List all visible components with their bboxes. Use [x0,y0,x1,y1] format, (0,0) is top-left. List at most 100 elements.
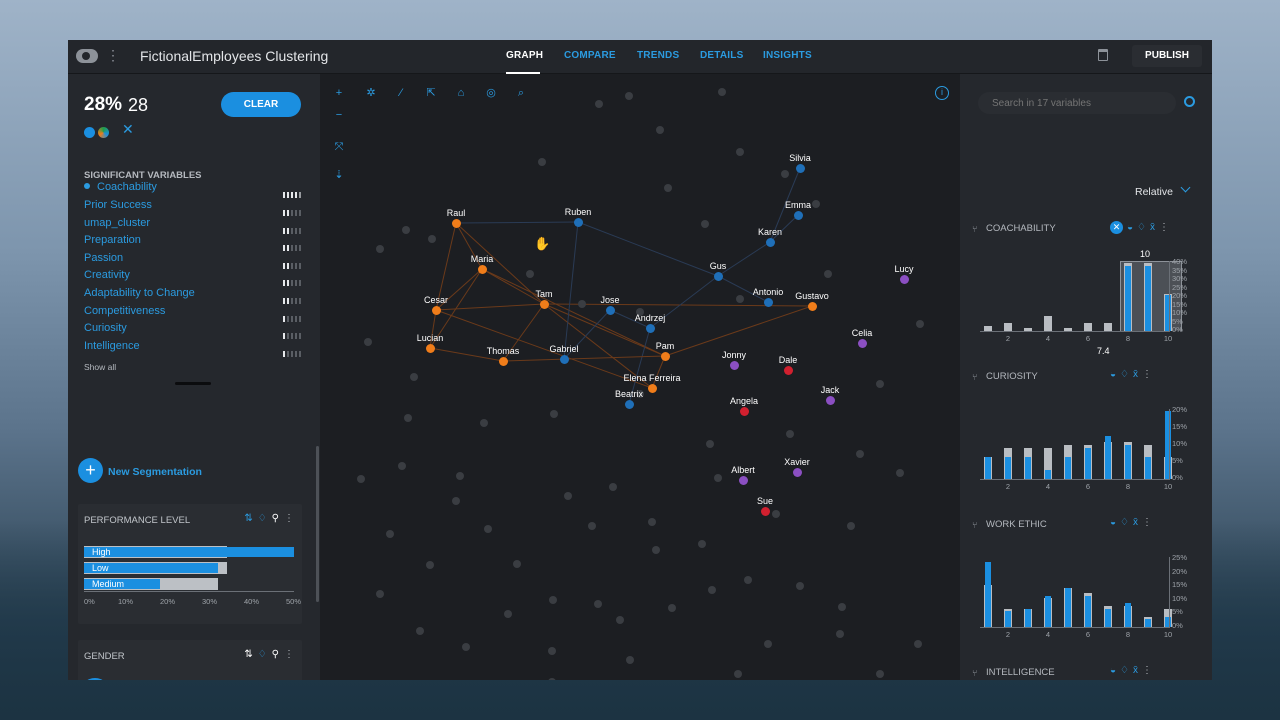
background-node[interactable] [876,380,884,388]
background-node[interactable] [428,235,436,243]
graph-node[interactable] [624,399,634,409]
background-node[interactable] [480,419,488,427]
significant-variable-item[interactable]: Competitiveness [84,305,165,317]
publish-button[interactable]: PUBLISH [1132,45,1202,67]
graph-node[interactable] [539,299,549,309]
background-node[interactable] [410,373,418,381]
magic-wand-icon[interactable]: ⁄ [392,84,410,102]
blue-cluster-icon[interactable] [84,127,95,139]
background-node[interactable] [504,610,512,618]
significant-variable-item[interactable]: Creativity [84,269,130,281]
drop-icon[interactable]: ♢ [1120,665,1129,676]
app-menu-icon[interactable]: ⋮ [106,48,120,62]
significant-variable-item[interactable]: Prior Success [84,199,152,211]
more-icon[interactable]: ⋮ [1142,665,1152,676]
background-node[interactable] [462,643,470,651]
significant-variable-item[interactable]: Coachability [84,181,157,193]
background-node[interactable] [526,270,534,278]
drop-icon[interactable]: ♢ [1120,517,1129,528]
graph-node[interactable] [807,301,817,311]
graph-node[interactable] [763,297,773,307]
drop-icon[interactable]: ♢ [1120,369,1129,380]
background-node[interactable] [698,540,706,548]
tab-insights[interactable]: INSIGHTS [763,50,812,61]
background-node[interactable] [452,497,460,505]
background-node[interactable] [668,604,676,612]
background-node[interactable] [595,100,603,108]
performance-row[interactable]: Low [84,562,294,574]
tag-icon[interactable]: ⌂ [452,84,470,102]
background-node[interactable] [812,200,820,208]
background-node[interactable] [876,670,884,678]
tab-compare[interactable]: COMPARE [564,50,616,61]
layout-icon[interactable]: ⇣ [330,166,348,184]
split-icon[interactable]: ⑂ [972,372,977,382]
show-all-link[interactable]: Show all [84,362,116,372]
graph-canvas[interactable]: + − ⤧ ⇣ ✲ ⁄ ⇱ ⌂ ◎ ⌕ i ✋ Silvia Ruben Emma R… [320,74,960,680]
more-icon[interactable]: ⋮ [1142,369,1152,380]
graph-node[interactable] [645,323,655,333]
background-node[interactable] [426,561,434,569]
background-node[interactable] [416,627,424,635]
graph-node[interactable] [660,351,670,361]
graph-node[interactable] [647,383,657,393]
background-node[interactable] [847,522,855,530]
background-node[interactable] [625,92,633,100]
graph-node[interactable] [738,475,748,485]
resize-handle[interactable] [175,382,211,385]
contrast-icon[interactable]: ◒ [1110,665,1116,676]
background-node[interactable] [594,600,602,608]
background-node[interactable] [548,647,556,655]
zoom-out-icon[interactable]: − [330,106,348,124]
significant-variable-item[interactable]: Curiosity [84,322,127,334]
graph-node[interactable] [605,305,615,315]
graph-node[interactable] [573,217,583,227]
significant-variable-item[interactable]: Intelligence [84,340,140,352]
graph-node[interactable] [760,506,770,516]
chevron-down-icon[interactable] [1180,182,1191,193]
background-node[interactable] [736,295,744,303]
variable-histogram[interactable]: 2 4 6 8 10 25% 20% 15% 10% 5% 0% [980,553,1187,639]
background-node[interactable] [786,430,794,438]
drop-icon[interactable]: ♢ [258,649,267,660]
background-node[interactable] [376,590,384,598]
pin-icon[interactable]: ⚲ [272,649,279,660]
contrast-icon[interactable]: ◒ [1127,222,1133,233]
graph-node[interactable] [899,274,909,284]
drop-icon[interactable]: ♢ [258,513,267,524]
gear-icon[interactable] [1184,96,1195,107]
drop-icon[interactable]: ♢ [1137,222,1146,233]
background-node[interactable] [838,603,846,611]
background-node[interactable] [781,170,789,178]
mean-icon[interactable]: x̄ [1150,222,1155,233]
background-node[interactable] [656,126,664,134]
fit-view-icon[interactable]: ⤧ [330,138,348,156]
background-node[interactable] [609,483,617,491]
performance-row[interactable]: Medium [84,578,294,590]
background-node[interactable] [708,586,716,594]
background-node[interactable] [856,450,864,458]
add-segmentation-icon[interactable]: + [78,458,103,483]
background-node[interactable] [549,596,557,604]
graph-node[interactable] [498,356,508,366]
graph-node[interactable] [431,305,441,315]
background-node[interactable] [376,245,384,253]
background-node[interactable] [398,462,406,470]
background-node[interactable] [744,576,752,584]
graph-node[interactable] [792,467,802,477]
background-node[interactable] [714,474,722,482]
background-node[interactable] [664,184,672,192]
contrast-icon[interactable]: ◒ [1110,517,1116,528]
graph-node[interactable] [795,163,805,173]
background-node[interactable] [706,440,714,448]
graph-node[interactable] [729,360,739,370]
background-node[interactable] [484,525,492,533]
background-node[interactable] [386,530,394,538]
background-node[interactable] [564,492,572,500]
tab-trends[interactable]: TRENDS [637,50,679,61]
background-node[interactable] [796,582,804,590]
more-icon[interactable]: ⋮ [284,513,294,524]
sort-icon[interactable]: ⇅ [244,513,252,524]
close-filter-icon[interactable]: ✕ [1110,221,1123,234]
background-node[interactable] [513,560,521,568]
